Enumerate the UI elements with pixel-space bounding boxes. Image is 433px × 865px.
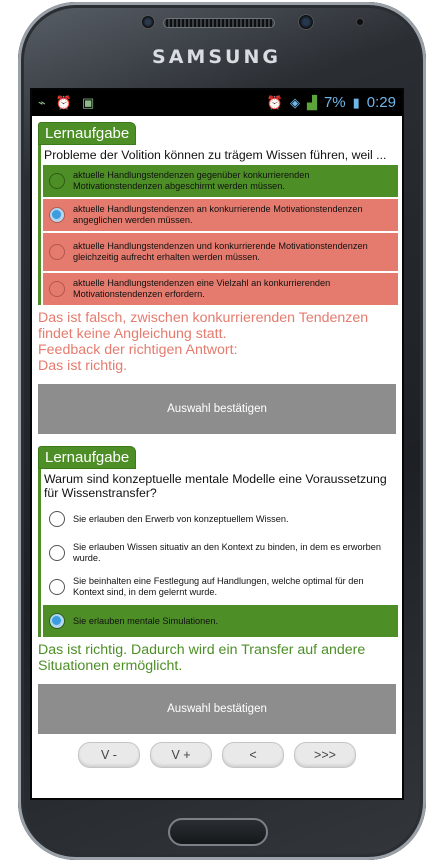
answer-option[interactable]: aktuelle Handlungstendenzen an konkurrie… xyxy=(43,199,398,231)
screen: ⌁ ⏰ ▣ ⏰ ◈ ▟ 7% ▮ 0:29 Lernaufgabe Proble… xyxy=(30,88,404,800)
answer-label: Sie beinhalten eine Festlegung auf Handl… xyxy=(73,576,364,597)
answer-option[interactable]: aktuelle Handlungstendenzen gegenüber ko… xyxy=(43,165,398,197)
answer-option[interactable]: Sie erlauben mentale Simulationen. xyxy=(43,605,398,637)
task-body: Probleme der Volition können zu trägem W… xyxy=(38,145,398,305)
battery-percent: 7% xyxy=(323,94,346,111)
radio-button[interactable] xyxy=(49,545,65,561)
answer-label: Sie erlauben mentale Simulationen. xyxy=(73,615,219,626)
task-2: Lernaufgabe Warum sind konzeptuelle ment… xyxy=(32,446,402,734)
answer-option[interactable]: aktuelle Handlungstendenzen und konkurri… xyxy=(43,233,398,271)
task-1: Lernaufgabe Probleme der Volition können… xyxy=(32,122,402,434)
feedback-correct: Das ist richtig. Dadurch wird ein Transf… xyxy=(38,642,366,674)
answer-label: Sie erlauben den Erwerb von konzeptuelle… xyxy=(73,513,289,524)
radio-button-selected[interactable] xyxy=(49,207,65,223)
answer-option[interactable]: Sie beinhalten eine Festlegung auf Handl… xyxy=(43,571,398,603)
question-text: Probleme der Volition können zu trägem W… xyxy=(44,148,387,162)
volume-up-button[interactable]: V + xyxy=(150,742,212,768)
feedback-wrong: Das ist falsch, zwischen konkurrierenden… xyxy=(38,310,369,342)
answer-label: aktuelle Handlungstendenzen und konkurri… xyxy=(73,241,368,262)
app-notification-icon: ▣ xyxy=(82,95,95,110)
task-body: Warum sind konzeptuelle mentale Modelle … xyxy=(38,469,398,637)
radio-button-selected[interactable] xyxy=(49,613,65,629)
alarm-clock-icon: ⏰ xyxy=(266,94,283,110)
next-button[interactable]: >>> xyxy=(294,742,356,768)
volume-down-button[interactable]: V - xyxy=(78,742,140,768)
status-bar: ⌁ ⏰ ▣ ⏰ ◈ ▟ 7% ▮ 0:29 xyxy=(32,90,402,116)
task-tag: Lernaufgabe xyxy=(38,446,137,469)
sensor-icon xyxy=(298,14,314,30)
signal-icon: ▟ xyxy=(306,94,317,110)
back-button[interactable]: < xyxy=(222,742,284,768)
feedback-correct: Das ist richtig. xyxy=(38,358,128,374)
question-text: Warum sind konzeptuelle mentale Modelle … xyxy=(44,472,387,500)
brand-logo: SAMSUNG xyxy=(152,46,281,68)
wifi-icon: ◈ xyxy=(289,94,300,110)
usb-icon: ⌁ xyxy=(38,95,46,110)
radio-button[interactable] xyxy=(49,511,65,527)
confirm-button[interactable]: Auswahl bestätigen xyxy=(38,384,396,434)
radio-button[interactable] xyxy=(49,173,65,189)
proximity-sensor-icon xyxy=(356,18,364,26)
alarm-icon: ⏰ xyxy=(55,95,73,110)
answer-label: aktuelle Handlungstendenzen gegenüber ko… xyxy=(73,170,310,191)
answer-label: aktuelle Handlungstendenzen eine Vielzah… xyxy=(73,278,331,299)
radio-button[interactable] xyxy=(49,244,65,260)
answer-label: aktuelle Handlungstendenzen an konkurrie… xyxy=(73,204,363,225)
answer-option[interactable]: aktuelle Handlungstendenzen eine Vielzah… xyxy=(43,273,398,305)
front-camera-icon xyxy=(141,15,155,29)
battery-icon: ▮ xyxy=(352,94,360,110)
answer-option[interactable]: Sie erlauben den Erwerb von konzeptuelle… xyxy=(43,503,398,535)
radio-button[interactable] xyxy=(49,281,65,297)
feedback-heading: Feedback der richtigen Antwort: xyxy=(38,342,238,358)
answer-label: Sie erlauben Wissen situativ an den Kont… xyxy=(73,542,381,563)
home-button[interactable] xyxy=(168,818,268,846)
earpiece-speaker xyxy=(163,18,275,28)
radio-button[interactable] xyxy=(49,579,65,595)
clock: 0:29 xyxy=(366,94,396,111)
task-tag: Lernaufgabe xyxy=(38,122,137,145)
confirm-button[interactable]: Auswahl bestätigen xyxy=(38,684,396,734)
answer-option[interactable]: Sie erlauben Wissen situativ an den Kont… xyxy=(43,537,398,569)
navigation-bar: V - V + < >>> xyxy=(32,742,402,768)
